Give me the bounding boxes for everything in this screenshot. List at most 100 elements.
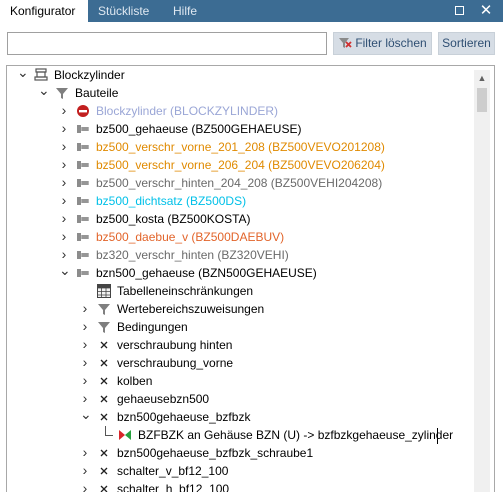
chevron-right-icon[interactable]: › bbox=[59, 210, 69, 228]
tree-node[interactable]: › bz320_verschr_hinten (BZ320VEHI) bbox=[7, 246, 472, 264]
tree-node[interactable]: ⌄ bzn500gehaeuse_bzfbzk bbox=[7, 407, 472, 426]
x-icon bbox=[97, 338, 111, 352]
funnel-icon bbox=[97, 320, 111, 334]
tree-node[interactable]: ⌄ Blockzylinder bbox=[7, 66, 472, 84]
tree-node[interactable]: › bz500_verschr_hinten_204_208 (BZ500VEHI… bbox=[7, 174, 472, 192]
tree-node-label: Wertebereichszuweisungen bbox=[117, 302, 265, 316]
tree-node[interactable]: Tabelleneinschränkungen bbox=[7, 282, 472, 300]
tree-node[interactable]: ⌄ Bauteile bbox=[7, 83, 472, 102]
tree-node-label: schalter_h_bf12_100 bbox=[117, 482, 230, 492]
tree-node[interactable]: › bz500_dichtsatz (BZ500DS) bbox=[7, 192, 472, 210]
tab-hilfe[interactable]: Hilfe bbox=[163, 0, 207, 22]
filter-clear-icon bbox=[339, 38, 352, 48]
tree-node[interactable]: › bz500_verschr_vorne_206_204 (BZ500VEVO2… bbox=[7, 156, 472, 174]
tree-node-label: bz500_gehaeuse (BZ500GEHAEUSE) bbox=[96, 122, 302, 136]
tree-view[interactable]: ⌄ Blockzylinder ⌄ Bauteile › Blockzylinder (B… bbox=[6, 65, 495, 492]
vertical-scrollbar[interactable]: ▲ bbox=[474, 70, 490, 492]
chevron-right-icon[interactable]: › bbox=[59, 228, 69, 246]
chevron-right-icon[interactable]: › bbox=[80, 336, 90, 354]
funnel-icon bbox=[55, 86, 69, 100]
tree-node-label: verschraubung hinten bbox=[117, 338, 233, 352]
bolt-icon bbox=[76, 122, 90, 136]
tree-node-label: bzn500gehaeuse_bzfbzk_schraube1 bbox=[117, 446, 314, 460]
tree-node-label: bz500_verschr_vorne_201_208 (BZ500VEVO20… bbox=[96, 140, 385, 154]
tree-node-label: Bauteile bbox=[75, 86, 119, 100]
bolt-icon bbox=[76, 194, 90, 208]
tree-node-label: bz500_verschr_vorne_206_204 (BZ500VEVO20… bbox=[96, 158, 385, 172]
tree-node-label: bz500_daebue_v (BZ500DAEBUV) bbox=[96, 230, 285, 244]
tab-konfigurator[interactable]: Konfigurator bbox=[0, 0, 88, 22]
chevron-down-icon[interactable]: ⌄ bbox=[17, 66, 29, 84]
tab-stueckliste[interactable]: Stückliste bbox=[88, 0, 159, 22]
bolt-icon bbox=[76, 248, 90, 262]
chevron-right-icon[interactable]: › bbox=[80, 462, 90, 480]
chevron-right-icon[interactable]: › bbox=[59, 102, 69, 120]
tree-node[interactable]: › schalter_v_bf12_100 bbox=[7, 462, 472, 480]
stop-sign-icon bbox=[76, 104, 90, 118]
chevron-right-icon[interactable]: › bbox=[80, 318, 90, 336]
chevron-right-icon[interactable]: › bbox=[59, 120, 69, 138]
tree-node[interactable]: › Bedingungen bbox=[7, 318, 472, 336]
tree-node-label: bzn500_gehaeuse (BZN500GEHAEUSE) bbox=[96, 266, 317, 280]
scroll-up-icon[interactable]: ▲ bbox=[474, 70, 490, 86]
tree-node-label: bz500_dichtsatz (BZ500DS) bbox=[96, 194, 247, 208]
scroll-thumb[interactable] bbox=[477, 88, 487, 112]
tree-node-label: bzn500gehaeuse_bzfbzk bbox=[117, 410, 251, 424]
tree-node-label: Tabelleneinschränkungen bbox=[117, 284, 254, 298]
x-icon bbox=[97, 410, 111, 424]
tree-node[interactable]: › gehaeusebzn500 bbox=[7, 390, 472, 408]
machine-icon bbox=[34, 68, 48, 82]
search-input[interactable] bbox=[7, 32, 327, 55]
x-icon bbox=[97, 374, 111, 388]
bowtie-icon bbox=[118, 428, 132, 442]
chevron-right-icon[interactable]: › bbox=[59, 156, 69, 174]
chevron-right-icon[interactable]: › bbox=[80, 300, 90, 318]
x-icon bbox=[97, 356, 111, 370]
tree-node[interactable]: › verschraubung hinten bbox=[7, 336, 472, 354]
tree-node[interactable]: › Blockzylinder (BLOCKZYLINDER) bbox=[7, 102, 472, 120]
chevron-right-icon[interactable]: › bbox=[80, 444, 90, 462]
chevron-down-icon[interactable]: ⌄ bbox=[38, 83, 50, 102]
chevron-down-icon[interactable]: ⌄ bbox=[59, 263, 71, 282]
tree-node-label: bz500_verschr_hinten_204_208 (BZ500VEHI2… bbox=[96, 176, 383, 190]
close-icon[interactable]: ✕ bbox=[478, 3, 494, 19]
chevron-right-icon[interactable]: › bbox=[59, 192, 69, 210]
tree-node-label: bz500_kosta (BZ500KOSTA) bbox=[96, 212, 251, 226]
tree-node-label: Blockzylinder (BLOCKZYLINDER) bbox=[96, 104, 279, 118]
tree-node[interactable]: › bz500_verschr_vorne_201_208 (BZ500VEVO2… bbox=[7, 138, 472, 156]
tree-node[interactable]: › bz500_daebue_v (BZ500DAEBUV) bbox=[7, 228, 472, 246]
chevron-right-icon[interactable]: › bbox=[80, 372, 90, 390]
tree-node-label: verschraubung_vorne bbox=[117, 356, 234, 370]
tree-node[interactable]: › bzn500gehaeuse_bzfbzk_schraube1 bbox=[7, 444, 472, 462]
tree-node[interactable]: ⌄ bzn500_gehaeuse (BZN500GEHAEUSE) bbox=[7, 263, 472, 282]
tab-bar: Konfigurator Stückliste Hilfe ✕ bbox=[0, 0, 503, 22]
bolt-icon bbox=[76, 266, 90, 280]
x-icon bbox=[97, 464, 111, 478]
tree-node[interactable]: › bz500_kosta (BZ500KOSTA) bbox=[7, 210, 472, 228]
chevron-right-icon[interactable]: › bbox=[59, 138, 69, 156]
sort-button[interactable]: Sortieren bbox=[438, 32, 495, 55]
tree-node-label: Bedingungen bbox=[117, 320, 188, 334]
tree-node[interactable]: › kolben bbox=[7, 372, 472, 390]
bolt-icon bbox=[76, 230, 90, 244]
tree-node[interactable]: BZFBZK an Gehäuse BZN (U) -> bzfbzkgehae… bbox=[7, 426, 472, 444]
bolt-icon bbox=[76, 140, 90, 154]
tree-node[interactable]: › schalter_h_bf12_100 bbox=[7, 480, 472, 492]
funnel-icon bbox=[97, 302, 111, 316]
table-icon bbox=[97, 284, 111, 298]
tree-node-label: BZFBZK an Gehäuse BZN (U) -> bzfbzkgehae… bbox=[138, 428, 454, 442]
filter-clear-button[interactable]: Filter löschen bbox=[333, 32, 432, 55]
chevron-right-icon[interactable]: › bbox=[80, 354, 90, 372]
filter-clear-label: Filter löschen bbox=[355, 36, 427, 50]
bolt-icon bbox=[76, 158, 90, 172]
tree-node[interactable]: › verschraubung_vorne bbox=[7, 354, 472, 372]
tree-node[interactable]: › Wertebereichszuweisungen bbox=[7, 300, 472, 318]
maximize-icon[interactable] bbox=[452, 3, 468, 19]
bolt-icon bbox=[76, 176, 90, 190]
chevron-right-icon[interactable]: › bbox=[59, 174, 69, 192]
tree-node[interactable]: › bz500_gehaeuse (BZ500GEHAEUSE) bbox=[7, 120, 472, 138]
chevron-right-icon[interactable]: › bbox=[80, 480, 90, 492]
tree-node-label: Blockzylinder bbox=[54, 68, 125, 82]
chevron-down-icon[interactable]: ⌄ bbox=[80, 407, 92, 426]
text-cursor bbox=[437, 428, 438, 444]
